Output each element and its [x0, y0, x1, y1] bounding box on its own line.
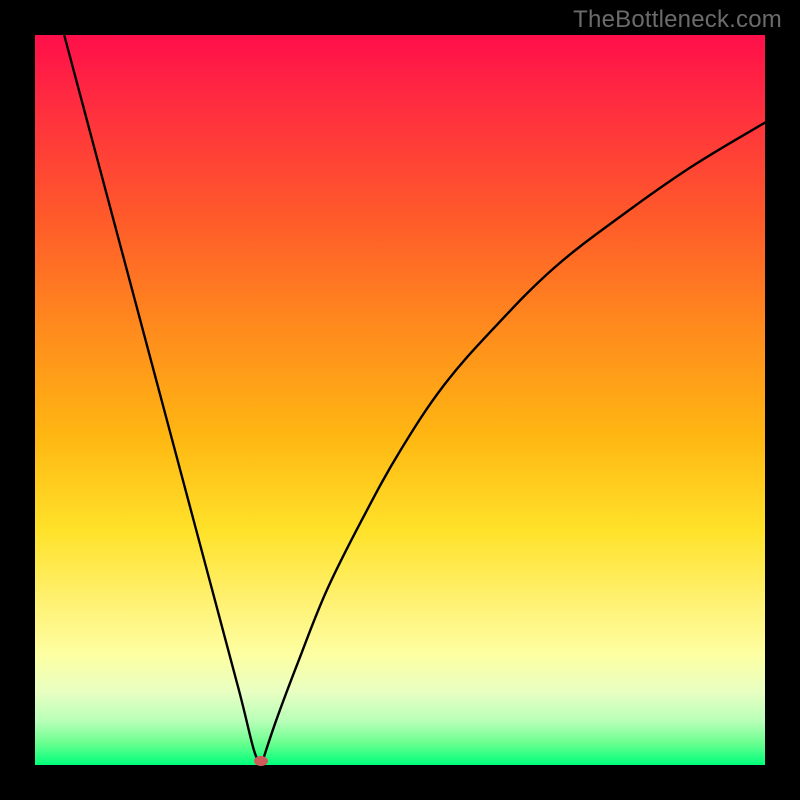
plot-area	[35, 35, 765, 765]
watermark-text: TheBottleneck.com	[573, 6, 782, 34]
curve-right-branch	[261, 123, 765, 765]
chart-frame: TheBottleneck.com	[0, 0, 800, 800]
curve-left-branch	[64, 35, 261, 765]
curve-svg	[35, 35, 765, 765]
min-point-marker	[254, 756, 268, 766]
